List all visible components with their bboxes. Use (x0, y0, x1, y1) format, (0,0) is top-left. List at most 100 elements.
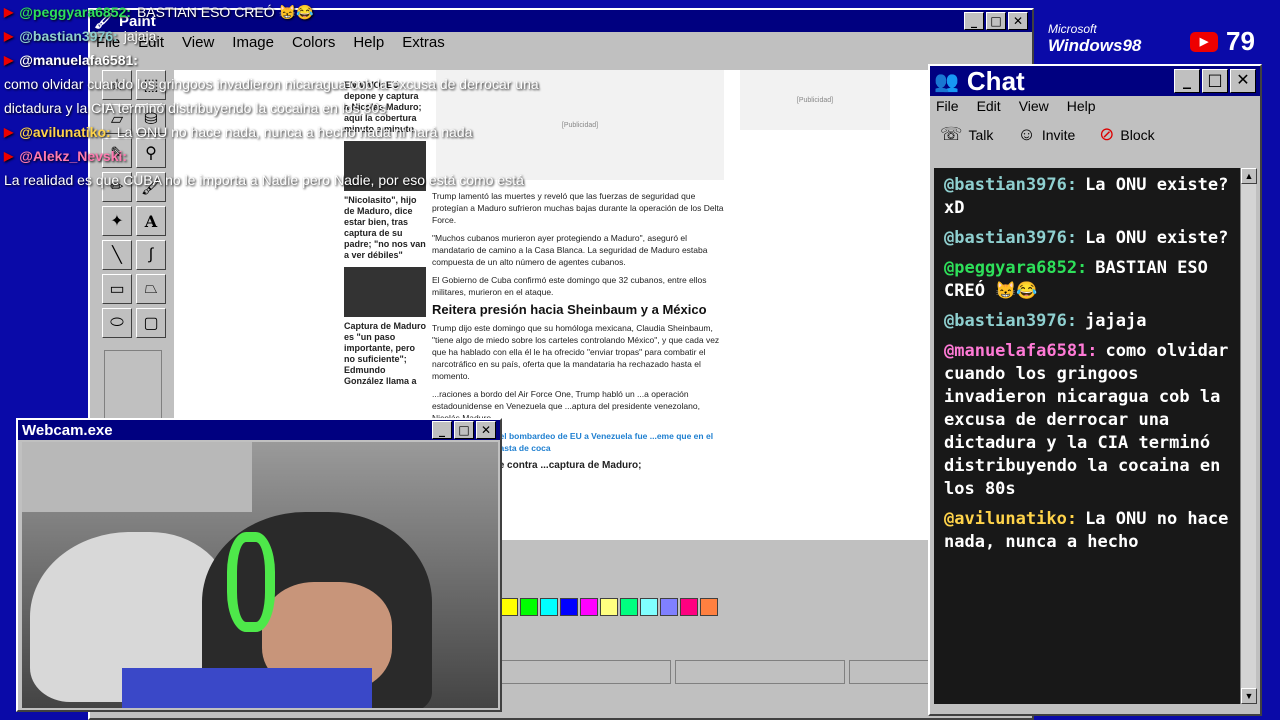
news-photo[interactable] (344, 267, 426, 317)
youtube-icon: ▶ (4, 125, 14, 139)
brand-windows98: Windows98 (1048, 36, 1142, 55)
viewer-count: 79 (1226, 26, 1255, 56)
news-side-headline[interactable]: Captura de Maduro es "un paso importante… (344, 321, 426, 387)
youtube-icon: ▶ (1190, 31, 1218, 52)
close-button[interactable]: ✕ (1008, 12, 1028, 30)
ticker-message: ▶ @avilunatiko: La ONU no hace nada, nunca… (4, 120, 564, 144)
minimize-button[interactable]: _ (432, 421, 452, 439)
rounded-rect-icon[interactable]: ▢ (136, 308, 166, 338)
menu-view[interactable]: View (1019, 98, 1049, 114)
palette-swatch[interactable] (500, 598, 518, 616)
ticker-username: @peggyara6852: (19, 4, 131, 20)
minimize-button[interactable]: _ (964, 12, 984, 30)
chat-message: @bastian3976: La ONU existe? xD (944, 174, 1234, 220)
ticker-message: ▶ @peggyara6852: BASTIAN ESO CREÓ 😸😂 (4, 0, 564, 24)
block-button[interactable]: ⊘ Block (1099, 124, 1154, 145)
ticker-text: BASTIAN ESO CREÓ 😸😂 (136, 4, 314, 20)
palette-swatch[interactable] (560, 598, 578, 616)
brand-microsoft: Microsoft (1048, 22, 1097, 36)
palette-swatch[interactable] (700, 598, 718, 616)
chat-message: @avilunatiko: La ONU no hace nada, nunca … (944, 508, 1234, 554)
chat-message: @bastian3976: jajaja (944, 310, 1234, 333)
palette-swatch[interactable] (580, 598, 598, 616)
scroll-up-icon[interactable]: ▲ (1241, 168, 1257, 184)
palette-swatch[interactable] (540, 598, 558, 616)
chat-text: jajaja (1085, 311, 1147, 331)
palette-swatch[interactable] (660, 598, 678, 616)
status-cell (674, 660, 846, 684)
chat-username[interactable]: @bastian3976: (944, 228, 1077, 248)
color-palette (500, 598, 718, 616)
block-label: Block (1120, 126, 1155, 143)
chat-window: 👥 Chat _ □ ✕ File Edit View Help ☏ Talk … (928, 64, 1262, 716)
airbrush-icon[interactable]: ✦ (102, 206, 132, 236)
youtube-icon: ▶ (4, 29, 14, 43)
chat-username[interactable]: @bastian3976: (944, 311, 1077, 331)
chat-message: @manuelafa6581: como olvidar cuando los g… (944, 340, 1234, 501)
line-icon[interactable]: ╲ (102, 240, 132, 270)
chat-titlebar[interactable]: 👥 Chat _ □ ✕ (930, 66, 1260, 96)
webcam-feed (22, 442, 498, 708)
ticker-message: ▶ @manuelafa6581: como olvidar cuando los … (4, 48, 564, 120)
invite-label: Invite (1041, 126, 1076, 143)
text-icon[interactable]: A (136, 206, 166, 236)
polygon-icon[interactable]: ⏢ (136, 274, 166, 304)
ad-box: [Publicidad] (740, 70, 890, 130)
maximize-button[interactable]: □ (454, 421, 474, 439)
person-icon: ☺ (1017, 124, 1036, 144)
menu-file[interactable]: File (936, 98, 959, 114)
invite-button[interactable]: ☺ Invite (1017, 124, 1075, 145)
chat-ticker: ▶ @peggyara6852: BASTIAN ESO CREÓ 😸😂 ▶ @bast… (4, 0, 564, 192)
chat-toolbar: ☏ Talk ☺ Invite ⊘ Block (930, 116, 1260, 153)
talk-label: Talk (968, 126, 994, 143)
ticker-text: La ONU no hace nada, nunca a hecho nada … (116, 124, 473, 140)
chat-people-icon: 👥 (934, 70, 959, 93)
menu-edit[interactable]: Edit (977, 98, 1001, 114)
minimize-button[interactable]: _ (1174, 69, 1200, 93)
ticker-text: La realidad es que CUBA no le importa a … (4, 172, 524, 188)
palette-swatch[interactable] (600, 598, 618, 616)
ellipse-icon[interactable]: ⬭ (102, 308, 132, 338)
youtube-icon: ▶ (4, 149, 14, 163)
ticker-text: como olvidar cuando los gringoos invadie… (4, 76, 539, 116)
palette-swatch[interactable] (620, 598, 638, 616)
ticker-message: ▶ @bastian3976: jajaja (4, 24, 564, 48)
close-button[interactable]: ✕ (1230, 69, 1256, 93)
maximize-button[interactable]: □ (986, 12, 1006, 30)
talk-button[interactable]: ☏ Talk (940, 124, 993, 145)
menu-help[interactable]: Help (1067, 98, 1096, 114)
chat-text: La ONU existe? (1085, 228, 1229, 248)
chat-username[interactable]: @bastian3976: (944, 175, 1077, 195)
youtube-icon: ▶ (4, 5, 14, 19)
scroll-down-icon[interactable]: ▼ (1241, 688, 1257, 704)
article-paragraph: Trump dijo este domingo que su homóloga … (432, 323, 720, 381)
chat-username[interactable]: @avilunatiko: (944, 509, 1077, 529)
close-button[interactable]: ✕ (476, 421, 496, 439)
chat-menubar: File Edit View Help (930, 96, 1260, 116)
youtube-icon: ▶ (4, 53, 14, 67)
chat-username[interactable]: @manuelafa6581: (944, 341, 1098, 361)
ticker-username: @bastian3976: (19, 28, 118, 44)
chat-username[interactable]: @peggyara6852: (944, 258, 1087, 278)
chat-message: @bastian3976: La ONU existe? (944, 227, 1234, 250)
article-paragraph: El Gobierno de Cuba confirmó este doming… (432, 275, 707, 297)
news-side-headline[interactable]: "Nicolasito", hijo de Maduro, dice estar… (344, 195, 426, 261)
viewer-counter: ▶ 79 (1190, 26, 1255, 57)
rectangle-icon[interactable]: ▭ (102, 274, 132, 304)
palette-swatch[interactable] (640, 598, 658, 616)
article-paragraph: "Muchos cubanos murieron ayer protegiend… (432, 233, 708, 267)
windows-logo: Microsoft Windows98 (1048, 22, 1141, 56)
shelf (22, 442, 252, 512)
webcam-title: Webcam.exe (22, 421, 113, 439)
ticker-username: @manuelafa6581: (19, 52, 138, 68)
phone-icon: ☏ (940, 124, 963, 144)
maximize-button[interactable]: □ (1202, 69, 1228, 93)
chat-scrollbar[interactable]: ▲ ▼ (1240, 168, 1257, 704)
curve-icon[interactable]: ∫ (136, 240, 166, 270)
webcam-titlebar[interactable]: Webcam.exe _ □ ✕ (18, 420, 500, 440)
chat-message: @peggyara6852: BASTIAN ESO CREÓ 😸😂 (944, 257, 1234, 303)
palette-swatch[interactable] (680, 598, 698, 616)
chat-text: como olvidar cuando los gringoos invadie… (944, 341, 1229, 499)
block-icon: ⊘ (1099, 124, 1115, 144)
palette-swatch[interactable] (520, 598, 538, 616)
